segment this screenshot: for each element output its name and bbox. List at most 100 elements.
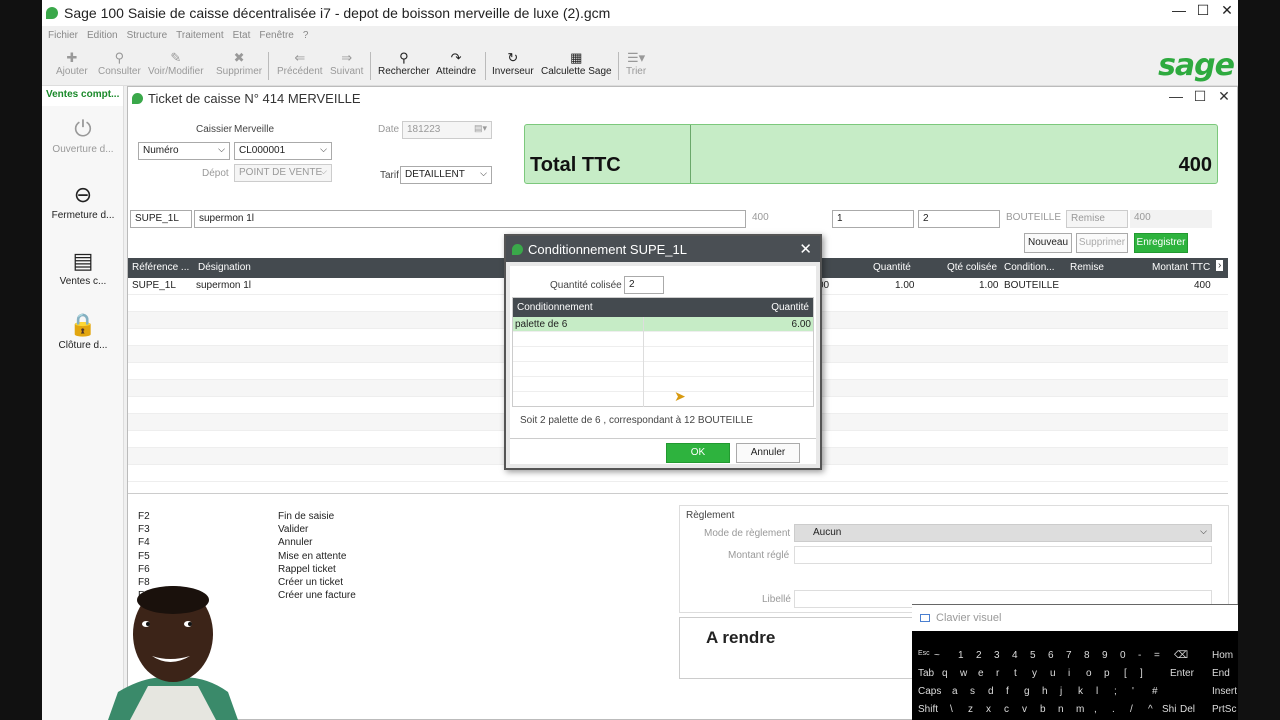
voir-modifier-button[interactable]: ✎ Voir/Modifier (148, 50, 204, 77)
key-shift-left[interactable]: Shift (918, 704, 938, 715)
key-z[interactable]: z (968, 704, 973, 715)
entry-remise-input[interactable]: Remise (1066, 210, 1128, 228)
key-tilde[interactable]: ~ (934, 650, 940, 661)
calculette-button[interactable]: ▦ Calculette Sage (541, 50, 612, 77)
key-e[interactable]: e (978, 668, 984, 679)
key-9[interactable]: 9 (1102, 650, 1108, 661)
key-bracket-left[interactable]: [ (1124, 668, 1127, 679)
menu-traitement[interactable]: Traitement (176, 30, 223, 41)
key-tab[interactable]: Tab (918, 668, 934, 679)
precedent-button[interactable]: ⇐ Précédent (277, 50, 323, 77)
suivant-button[interactable]: ⇒ Suivant (330, 50, 363, 77)
trier-button[interactable]: ☰▾ Trier (626, 50, 646, 77)
col-quantite[interactable]: Quantité (873, 262, 911, 273)
key-i[interactable]: i (1068, 668, 1070, 679)
enregistrer-button[interactable]: Enregistrer (1134, 233, 1188, 253)
ajouter-button[interactable]: ✚ Ajouter (56, 50, 88, 77)
key-esc[interactable]: Esc (918, 650, 930, 657)
key-t[interactable]: t (1014, 668, 1017, 679)
client-select[interactable]: CL000001 ⌵ (234, 142, 332, 160)
dialog-close-icon[interactable]: ✕ (799, 240, 812, 258)
rechercher-button[interactable]: ⚲ Rechercher (378, 50, 430, 77)
key-p[interactable]: p (1104, 668, 1110, 679)
mode-reglement-select[interactable]: Aucun ⌵ (794, 524, 1212, 542)
key-delete[interactable]: Del (1180, 704, 1195, 715)
key-7[interactable]: 7 (1066, 650, 1072, 661)
menu-fichier[interactable]: Fichier (48, 30, 78, 41)
key-l[interactable]: l (1096, 686, 1098, 697)
key-comma[interactable]: , (1094, 704, 1097, 715)
key-2[interactable]: 2 (976, 650, 982, 661)
key-r[interactable]: r (996, 668, 999, 679)
tarif-select[interactable]: DETAILLENT ⌵ (400, 166, 492, 184)
key-o[interactable]: o (1086, 668, 1092, 679)
atteindre-button[interactable]: ↷ Atteindre (436, 50, 476, 77)
key-hash[interactable]: # (1152, 686, 1158, 697)
key-end[interactable]: End (1212, 668, 1230, 679)
table-row[interactable]: palette de 6 6.00 (513, 317, 813, 332)
inverseur-button[interactable]: ↻ Inverseur (492, 50, 534, 77)
key-k[interactable]: k (1078, 686, 1083, 697)
key-quote[interactable]: ' (1132, 686, 1134, 697)
col-quantite[interactable]: Quantité (771, 302, 809, 313)
supprimer-toolbar-button[interactable]: ✖ Supprimer (216, 50, 262, 77)
menu-fenetre[interactable]: Fenêtre (259, 30, 293, 41)
entry-quantity-input[interactable]: 1 (832, 210, 914, 228)
col-montant[interactable]: Montant TTC (1152, 262, 1210, 273)
key-minus[interactable]: - (1138, 650, 1141, 661)
menu-help[interactable]: ? (303, 30, 309, 41)
key-a[interactable]: a (952, 686, 958, 697)
key-5[interactable]: 5 (1030, 650, 1036, 661)
consulter-button[interactable]: ⚲ Consulter (98, 50, 141, 77)
col-conditionnement[interactable]: Conditionnement (517, 302, 593, 313)
col-reference[interactable]: Référence ... (132, 262, 189, 273)
key-backslash[interactable]: \ (950, 704, 953, 715)
key-b[interactable]: b (1040, 704, 1046, 715)
annuler-button[interactable]: Annuler (736, 443, 800, 463)
montant-regle-input[interactable] (794, 546, 1212, 564)
key-x[interactable]: x (986, 704, 991, 715)
key-f[interactable]: f (1006, 686, 1009, 697)
key-g[interactable]: g (1024, 686, 1030, 697)
maximize-button[interactable]: ☐ (1196, 2, 1210, 19)
scroll-right-icon[interactable]: › (1216, 260, 1224, 271)
col-remise[interactable]: Remise (1070, 262, 1104, 273)
nouveau-button[interactable]: Nouveau (1024, 233, 1072, 253)
minimize-button[interactable]: — (1172, 2, 1186, 19)
col-designation[interactable]: Désignation (198, 262, 251, 273)
close-button[interactable]: ✕ (1217, 88, 1231, 105)
side-item-ouverture[interactable]: ⏻ Ouverture d... (42, 116, 124, 155)
key-q[interactable]: q (942, 668, 948, 679)
maximize-button[interactable]: ☐ (1193, 88, 1207, 105)
key-m[interactable]: m (1076, 704, 1084, 715)
key-n[interactable]: n (1058, 704, 1064, 715)
close-button[interactable]: ✕ (1220, 2, 1234, 19)
backspace-icon[interactable]: ⌫ (1174, 650, 1188, 661)
depot-select[interactable]: POINT DE VENTE ⌵ (234, 164, 332, 182)
key-3[interactable]: 3 (994, 650, 1000, 661)
key-6[interactable]: 6 (1048, 650, 1054, 661)
key-bracket-right[interactable]: ] (1140, 668, 1143, 679)
key-u[interactable]: u (1050, 668, 1056, 679)
key-shift-right[interactable]: Shi (1162, 704, 1176, 715)
supprimer-button[interactable]: Supprimer (1076, 233, 1128, 253)
quantite-colisee-input[interactable]: 2 (624, 276, 664, 294)
date-field[interactable]: 181223 ▤▾ (402, 121, 492, 139)
key-s[interactable]: s (970, 686, 975, 697)
menu-etat[interactable]: Etat (233, 30, 251, 41)
key-h[interactable]: h (1042, 686, 1048, 697)
key-4[interactable]: 4 (1012, 650, 1018, 661)
key-enter[interactable]: Enter (1170, 668, 1194, 679)
key-equals[interactable]: = (1154, 650, 1160, 661)
key-v[interactable]: v (1022, 704, 1027, 715)
entry-designation-input[interactable]: supermon 1l (194, 210, 746, 228)
key-insert[interactable]: Insert (1212, 686, 1237, 697)
key-j[interactable]: j (1060, 686, 1062, 697)
key-y[interactable]: y (1032, 668, 1037, 679)
minimize-button[interactable]: — (1169, 88, 1183, 105)
key-period[interactable]: . (1112, 704, 1115, 715)
menu-edition[interactable]: Edition (87, 30, 118, 41)
side-item-fermeture[interactable]: ⊖ Fermeture d... (42, 182, 124, 221)
menu-structure[interactable]: Structure (127, 30, 168, 41)
ok-button[interactable]: OK (666, 443, 730, 463)
